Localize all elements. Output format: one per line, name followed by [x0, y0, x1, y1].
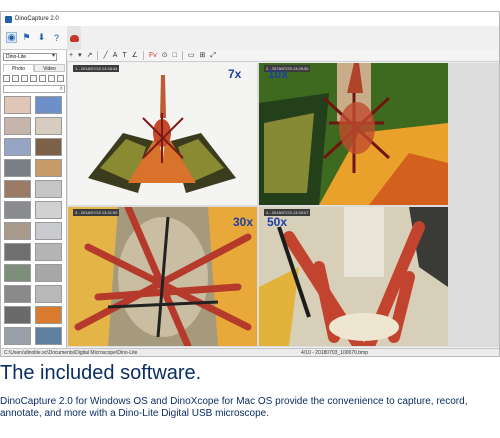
lanternfly-photo-10x — [259, 63, 448, 205]
view-pane-2[interactable]: 2 - 2018/07/23 13:29:30 10x — [259, 63, 448, 205]
magnification-label: 30x — [233, 215, 254, 229]
email-icon[interactable] — [48, 75, 55, 82]
thumbnail-item[interactable] — [4, 117, 31, 135]
help-icon[interactable]: ? — [51, 32, 62, 43]
view-pane-1[interactable]: 1 - 2018/07/23 13:28:44 7x — [68, 63, 257, 205]
annotation-tool-button[interactable]: ▭ — [188, 50, 195, 62]
annotation-tool-button[interactable]: ▾ — [78, 50, 82, 62]
thumbnail-item[interactable] — [35, 327, 62, 345]
search-input[interactable]: ⌕ — [3, 85, 65, 93]
status-path: C:\Users\dinolite.sc\Documents\Digital M… — [4, 350, 138, 356]
thumbnail-item[interactable] — [35, 243, 62, 261]
save-icon[interactable] — [21, 75, 28, 82]
tab-photo[interactable]: Photo — [3, 64, 34, 72]
thumbnail-item[interactable] — [35, 96, 62, 114]
new-folder-icon[interactable] — [3, 75, 10, 82]
capture-tag: 1 - 2018/07/23 13:28:44 — [73, 65, 120, 72]
annotation-tool-button[interactable]: A — [113, 50, 118, 62]
thumbnail-item[interactable] — [4, 159, 31, 177]
caption-title: The included software. — [0, 362, 202, 384]
ribbon-bar: ◉ ⚑ ⬇ ? — [1, 26, 67, 50]
thumbnail-item[interactable] — [35, 138, 62, 156]
thumbnail-item[interactable] — [4, 180, 31, 198]
thumbnail-item[interactable] — [35, 159, 62, 177]
thumbnail-item[interactable] — [4, 138, 31, 156]
lanternfly-photo-7x — [88, 75, 236, 193]
thumbnail-item[interactable] — [4, 306, 31, 324]
toolbar-separator — [142, 51, 144, 60]
window-title: DinoCapture 2.0 — [15, 16, 59, 22]
status-file: 4/10 - 20180703_100070.bmp — [301, 350, 369, 356]
thumbnail-item[interactable] — [35, 285, 62, 303]
thumbnail-item[interactable] — [35, 264, 62, 282]
app-logo-icon — [5, 15, 12, 23]
thumbnail-item[interactable] — [4, 327, 31, 345]
download-icon[interactable]: ⬇ — [36, 32, 47, 43]
thumbnail-item[interactable] — [4, 285, 31, 303]
print-icon[interactable] — [39, 75, 46, 82]
camera-tab[interactable] — [67, 26, 81, 50]
title-bar: DinoCapture 2.0 — [1, 12, 499, 26]
thumbnail-item[interactable] — [4, 222, 31, 240]
sidebar-mini-toolbar — [3, 74, 65, 83]
annotation-tool-button[interactable]: ╱ — [103, 50, 107, 62]
thumbnail-item[interactable] — [4, 243, 31, 261]
thumbnail-item[interactable] — [4, 264, 31, 282]
flag-icon[interactable]: ⚑ — [21, 32, 32, 43]
magnification-label: 7x — [228, 67, 242, 81]
caption-body: DinoCapture 2.0 for Windows OS and DinoX… — [0, 396, 468, 419]
annotation-tool-button[interactable]: ⤢ — [210, 50, 216, 62]
status-bar: C:\Users\dinolite.sc\Documents\Digital M… — [1, 348, 499, 356]
camera-icon[interactable]: ◉ — [6, 32, 17, 43]
magnification-label: 50x — [267, 215, 288, 229]
annotation-tool-button[interactable]: Fv — [149, 50, 157, 62]
annotation-toolbar: + ▾ ↗ ╱ A T ∠ Fv ⊙ □ ▭ ⊞ ⤢ — [67, 50, 499, 62]
thumbnail-item[interactable] — [4, 201, 31, 219]
toolbar-separator — [181, 51, 183, 60]
insect-icon — [69, 34, 79, 42]
media-tabs: Photo Video — [3, 64, 65, 72]
annotation-tool-button[interactable]: ↗ — [87, 50, 93, 62]
lanternfly-photo-30x — [68, 207, 257, 346]
device-select[interactable]: Dino-Lite — [3, 53, 57, 61]
view-pane-3[interactable]: 3 - 2018/07/23 13:31:50 30x — [68, 207, 257, 346]
lanternfly-photo-50x — [259, 207, 448, 346]
thumbnail-item[interactable] — [35, 222, 62, 240]
annotation-tool-button[interactable]: T — [122, 50, 126, 62]
view-pane-4[interactable]: 4 - 2018/07/23 13:33:07 50x — [259, 207, 448, 346]
thumbnail-item[interactable] — [35, 180, 62, 198]
annotation-tool-button[interactable]: ∠ — [132, 50, 138, 62]
delete-icon[interactable] — [30, 75, 37, 82]
tab-video[interactable]: Video — [34, 64, 65, 72]
magnification-label: 10x — [268, 67, 289, 81]
annotation-tool-button[interactable]: + — [69, 50, 73, 62]
image-viewer: 1 - 2018/07/23 13:28:44 7x 2 - 2018/07/2… — [67, 63, 499, 347]
app-window: DinoCapture 2.0 ◉ ⚑ ⬇ ? + ▾ ↗ ╱ A T ∠ Fv ⊙ □ ▭ ⊞ ⤢ D… — [0, 11, 500, 357]
thumbnail-grid — [4, 96, 64, 345]
thumbnail-item[interactable] — [35, 306, 62, 324]
annotation-tool-button[interactable]: ⊞ — [199, 50, 205, 62]
annotation-tool-button[interactable]: □ — [173, 50, 177, 62]
annotation-tool-button[interactable]: ⊙ — [162, 50, 168, 62]
settings-icon[interactable] — [57, 75, 64, 82]
sidebar: Dino-Lite Photo Video ⌕ — [1, 50, 67, 348]
search-icon[interactable]: ⌕ — [60, 86, 63, 93]
toolbar-separator — [97, 51, 99, 60]
thumbnail-item[interactable] — [4, 96, 31, 114]
capture-tag: 3 - 2018/07/23 13:31:50 — [73, 209, 120, 216]
thumbnail-item[interactable] — [35, 117, 62, 135]
open-icon[interactable] — [12, 75, 19, 82]
thumbnail-item[interactable] — [35, 201, 62, 219]
